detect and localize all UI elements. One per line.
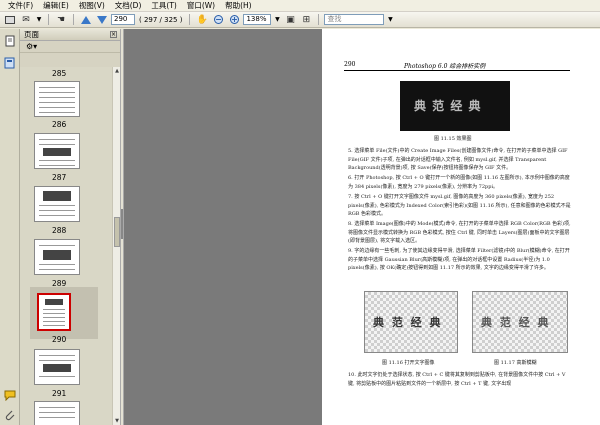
figure-right: 典 范 经 典 (472, 291, 568, 353)
print-button[interactable] (3, 13, 17, 26)
figure-effect: 典 范 经 典 (400, 81, 510, 131)
page-count-label: ( 297 / 325 ) (139, 15, 183, 24)
thumbnail-label: 291 (52, 389, 67, 398)
toolbar: ✉ ▼ ☚ 290 ( 297 / 325 ) ✋ − + 138% ▼ ▣ ⊞… (0, 12, 600, 28)
comments-icon[interactable] (4, 389, 16, 402)
pages-panel: 页面 × ⚙▾ 285 286 287 288 289 290 291 ▲ ▼ (20, 29, 120, 425)
zoom-dropdown[interactable]: ▼ (273, 14, 281, 25)
figure-caption: 图 11.17 高斯模糊 (494, 360, 537, 366)
zoom-in-button[interactable]: + (227, 13, 241, 26)
search-dropdown[interactable]: ▼ (386, 14, 394, 25)
toolbar-separator (318, 14, 320, 25)
hand-icon: ✋ (196, 14, 209, 25)
page-number-input[interactable]: 290 (111, 14, 135, 25)
next-page-button[interactable] (95, 13, 109, 26)
fit-width-button[interactable]: ⊞ (299, 13, 313, 26)
figure-left: 典 范 经 典 (364, 291, 458, 353)
fit-width-icon: ⊞ (302, 14, 311, 25)
paragraph: 10. 此时文字仍处于选择状态, 按 Ctrl + C 键将其复制到剪贴板中, … (348, 372, 566, 387)
panel-header: 页面 × (20, 29, 120, 41)
fit-page-button[interactable]: ▣ (283, 13, 297, 26)
email-dropdown[interactable]: ▼ (35, 14, 43, 25)
figure-text: 典 范 经 典 (373, 316, 443, 329)
menu-file[interactable]: 文件(F) (3, 0, 38, 12)
arrow-up-icon (81, 15, 91, 24)
zoom-input[interactable]: 138% (243, 14, 272, 25)
search-input[interactable]: 查找 (324, 14, 385, 25)
page-number: 290 (344, 61, 356, 68)
zoom-out-button[interactable]: − (211, 13, 225, 26)
menu-bar: 文件(F) 编辑(E) 视图(V) 文档(D) 工具(T) 窗口(W) 帮助(H… (0, 0, 600, 12)
paragraph: 7. 按 Ctrl + O 键打开文字图像文件 mysl.gif, 图像的高度为… (348, 194, 571, 217)
menu-help[interactable]: 帮助(H) (220, 0, 257, 12)
thumbnail-label: 286 (52, 120, 67, 129)
menu-window[interactable]: 窗口(W) (182, 0, 220, 12)
thumbnail-page[interactable] (34, 401, 80, 425)
panel-options-button[interactable]: ⚙▾ (20, 41, 120, 53)
hand-tool-button[interactable]: ☚ (54, 13, 68, 26)
arrow-down-icon (97, 15, 107, 24)
prev-page-button[interactable] (79, 13, 93, 26)
panel-close-button[interactable]: × (110, 31, 117, 38)
toolbar-separator (73, 14, 74, 25)
thumbnail-page[interactable] (34, 239, 80, 275)
figure-text: 典 范 经 典 (481, 316, 551, 329)
thumbnail-page[interactable] (34, 81, 80, 117)
pages-icon[interactable] (4, 35, 16, 47)
print-icon (5, 15, 15, 24)
navigation-strip (0, 29, 20, 425)
zoom-out-icon: − (213, 15, 223, 24)
thumbnail-label: 288 (52, 226, 67, 235)
panel-title: 页面 (24, 30, 39, 39)
bookmarks-icon[interactable] (4, 57, 16, 69)
thumbnail-page[interactable] (34, 349, 80, 385)
menu-tools[interactable]: 工具(T) (146, 0, 181, 12)
paragraph: 5. 选择菜单 File(文件)中的 Create Image Files(创建… (348, 148, 568, 171)
thumbnail-page[interactable] (34, 186, 80, 222)
thumbnail-list[interactable]: 285 286 287 288 289 290 291 (20, 67, 112, 425)
toolbar-separator (48, 14, 49, 25)
email-icon: ✉ (22, 14, 30, 25)
fit-page-icon: ▣ (286, 14, 295, 25)
paragraph: 9. 字的边缘有一些毛刺, 为了使其边缘变得平滑, 选择菜单 Filter(滤镜… (348, 248, 570, 271)
paragraph: 8. 选择菜单 Image(图像)中的 Mode(模式)命令, 在打开的子菜单中… (348, 221, 571, 244)
document-view[interactable]: 290 Photoshop 6.0 综合排析实例 典 范 经 典 图 11.15… (124, 29, 600, 425)
running-header: 290 Photoshop 6.0 综合排析实例 (344, 59, 570, 71)
menu-view[interactable]: 视图(V) (74, 0, 110, 12)
thumbnail-page[interactable] (34, 133, 80, 169)
email-button[interactable]: ✉ (19, 13, 33, 26)
figure-caption: 图 11.16 打开文字图像 (382, 360, 435, 366)
figure-caption: 图 11.15 效果图 (434, 136, 472, 142)
menu-document[interactable]: 文档(D) (110, 0, 147, 12)
select-tool-button[interactable]: ✋ (195, 13, 209, 26)
figure-text: 典 范 经 典 (414, 99, 482, 113)
document-page: 290 Photoshop 6.0 综合排析实例 典 范 经 典 图 11.15… (322, 29, 600, 425)
thumbnail-label: 287 (52, 173, 67, 182)
toolbar-separator (189, 14, 191, 25)
splitter-grip[interactable] (121, 209, 123, 239)
attachment-icon[interactable] (4, 409, 16, 421)
thumbnail-label: 285 (52, 69, 67, 78)
zoom-in-icon: + (229, 15, 239, 24)
thumbnail-label: 290 (52, 335, 67, 344)
gear-icon: ⚙▾ (26, 42, 38, 51)
running-title: Photoshop 6.0 综合排析实例 (404, 63, 486, 70)
paragraph: 6. 打开 Photoshop, 按 Ctrl + O 键打开一个新的图像(如图… (348, 175, 570, 190)
thumbnail-scrollbar[interactable]: ▲ ▼ (112, 67, 120, 425)
hand-icon: ☚ (56, 14, 66, 25)
thumbnail-page-selected[interactable] (37, 293, 71, 331)
menu-edit[interactable]: 编辑(E) (38, 0, 74, 12)
